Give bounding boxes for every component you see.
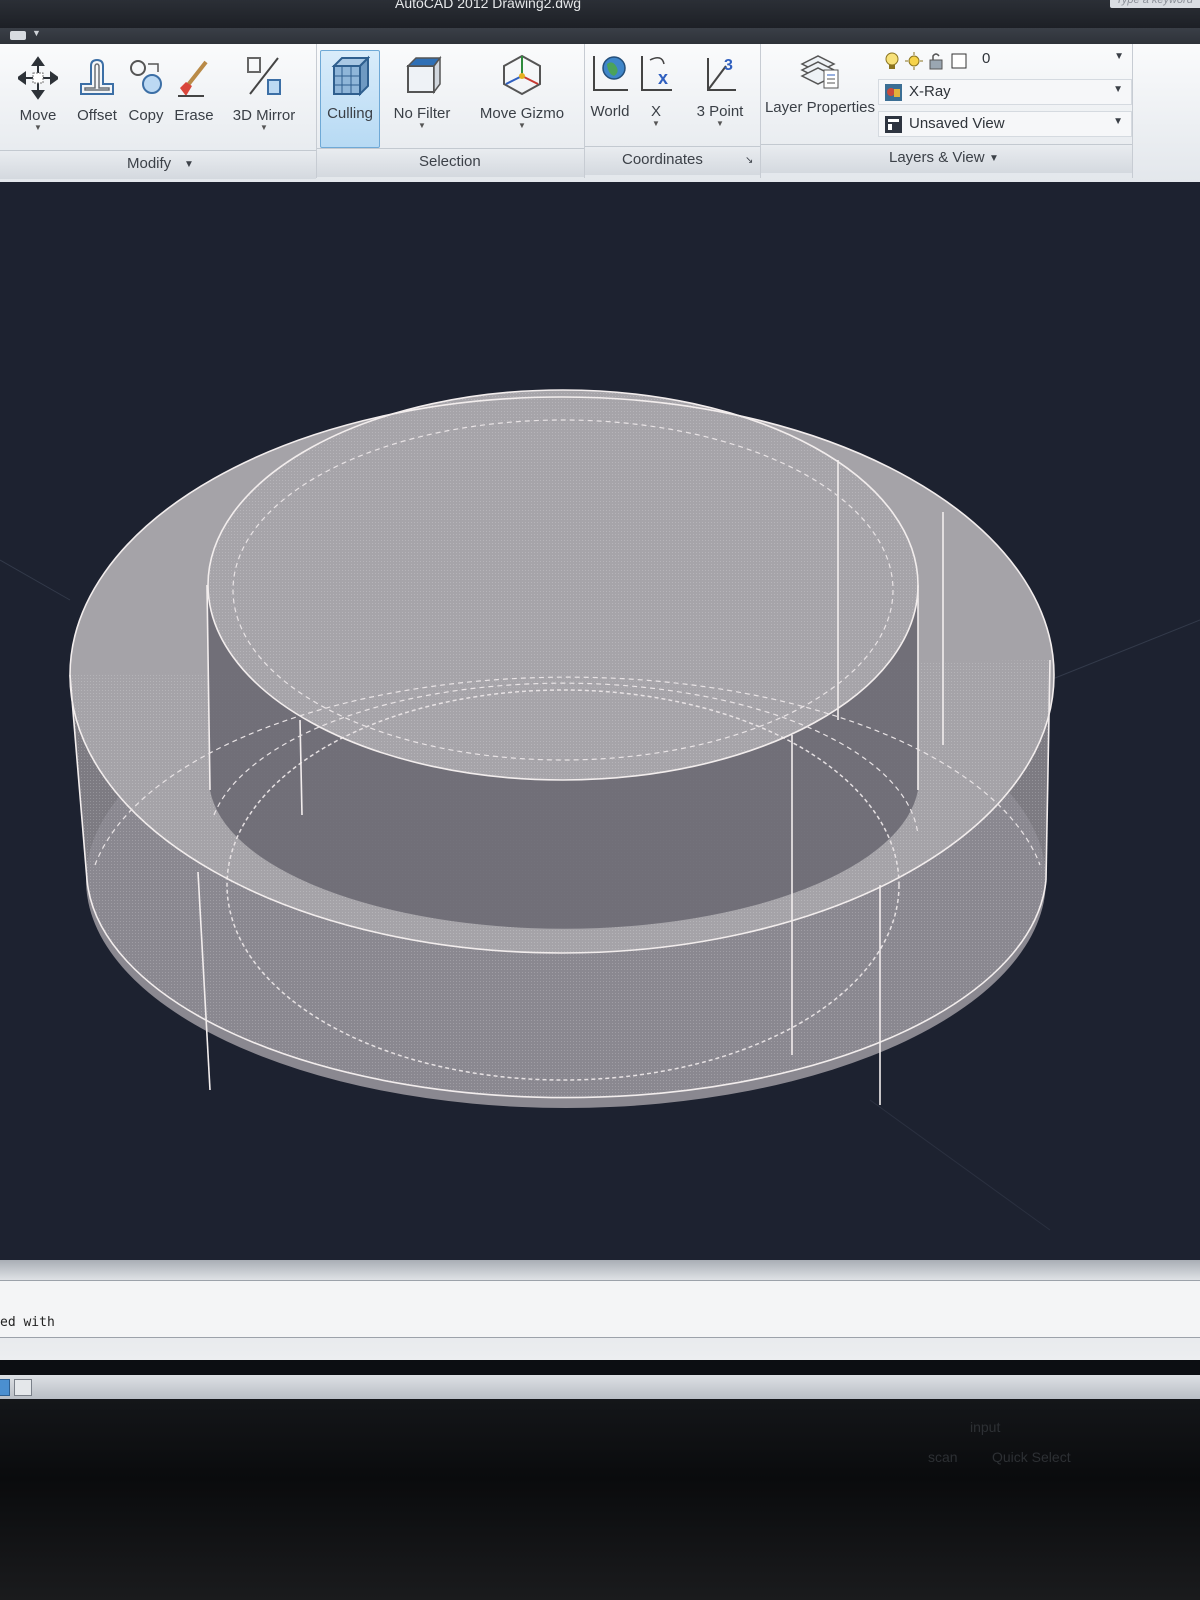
title-bar: AutoCAD 2012 Drawing2.dwg Type a keyword	[0, 0, 1200, 28]
3-point-label: 3 Point	[696, 103, 744, 120]
layer-stack-icon	[800, 55, 839, 89]
xray-cylinder-model[interactable]	[0, 182, 1200, 1260]
status-bar	[0, 1375, 1200, 1399]
panel-divider	[1132, 44, 1133, 178]
xray-style-icon	[885, 84, 902, 101]
move-label: Move	[19, 107, 57, 124]
copy-button[interactable]: Copy	[122, 56, 170, 124]
chevron-down-icon: ▼	[418, 121, 426, 130]
offset-button[interactable]: Offset	[73, 56, 121, 124]
visual-style-dropdown[interactable]: X-Ray ▼	[878, 79, 1132, 105]
chevron-down-icon: ▼	[1114, 51, 1124, 62]
chevron-down-icon: ▼	[652, 119, 660, 128]
window-title: AutoCAD 2012 Drawing2.dwg	[395, 0, 581, 11]
move-gizmo-button[interactable]: Move Gizmo ▼	[474, 52, 570, 130]
chevron-down-icon: ▼	[1113, 116, 1123, 127]
model-toggle-button[interactable]	[0, 1379, 10, 1396]
layer-properties-label: Layer Properties	[764, 99, 876, 116]
chevron-down-icon: ▼	[1113, 84, 1123, 95]
ucs-x-icon: x	[641, 56, 672, 91]
culling-button[interactable]: Culling	[320, 54, 380, 122]
command-history[interactable]: ed with	[0, 1280, 1200, 1338]
move-gizmo-label: Move Gizmo	[479, 105, 565, 122]
filter-cube-icon	[406, 55, 442, 95]
offset-icon	[80, 58, 114, 95]
3d-mirror-button[interactable]: 3D Mirror ▼	[228, 54, 300, 132]
workspace-icon	[10, 31, 26, 40]
layer-properties-button[interactable]: Layer Properties	[764, 48, 876, 116]
ghost-scan-text: scan	[928, 1449, 958, 1465]
modify-panel-bar[interactable]: Modify ▼	[0, 150, 316, 179]
chevron-down-icon: ▼	[989, 153, 999, 164]
x-label: X	[650, 103, 661, 120]
culling-label: Culling	[327, 105, 373, 122]
layers-view-panel-label: Layers & View	[889, 149, 985, 166]
erase-button[interactable]: Erase	[170, 56, 218, 124]
visual-style-value: X-Ray	[909, 83, 951, 100]
ucs-3point-icon: 3	[707, 57, 736, 91]
world-ucs-button[interactable]: World	[586, 52, 634, 120]
erase-label: Erase	[174, 107, 214, 124]
offset-label: Offset	[77, 107, 117, 124]
ribbon-tab-bar: ▼	[0, 28, 1200, 44]
layer-state-icons	[885, 52, 967, 70]
layout-icon[interactable]	[14, 1379, 32, 1396]
command-history-text: ed with	[0, 1315, 55, 1330]
3d-mirror-icon	[247, 57, 281, 95]
chevron-down-icon: ▼	[184, 159, 194, 170]
x-rotate-ucs-button[interactable]: x X ▼	[636, 52, 676, 128]
ghost-input-text: input	[970, 1419, 1001, 1435]
copy-label: Copy	[128, 107, 164, 124]
chevron-down-icon: ▼	[32, 28, 41, 38]
svg-text:3: 3	[724, 57, 733, 74]
coordinates-panel-label: Coordinates	[622, 151, 703, 168]
culling-cube-icon	[331, 55, 371, 97]
named-view-dropdown[interactable]: Unsaved View ▼	[878, 111, 1132, 137]
no-filter-label: No Filter	[393, 105, 451, 122]
dialog-launcher-icon[interactable]: ↘	[745, 155, 753, 166]
drawing-viewport[interactable]	[0, 182, 1200, 1260]
current-layer-name: 0	[982, 50, 991, 67]
selection-panel-label: Selection	[419, 153, 481, 170]
named-view-value: Unsaved View	[909, 115, 1005, 132]
move-button[interactable]: Move ▼	[14, 56, 62, 132]
coordinates-panel-bar: Coordinates ↘	[585, 146, 760, 175]
svg-text:x: x	[658, 68, 668, 88]
chevron-down-icon: ▼	[716, 119, 724, 128]
layers-view-panel-bar[interactable]: Layers & View ▼	[761, 144, 1132, 173]
copy-circles-icon	[130, 60, 162, 94]
chevron-down-icon: ▼	[518, 121, 526, 130]
move-arrows-icon	[16, 56, 60, 100]
monitor-bezel: input scan Quick Select	[0, 1399, 1200, 1600]
3d-mirror-label: 3D Mirror	[232, 107, 296, 124]
world-label: World	[590, 103, 630, 120]
modify-panel-label: Modify	[127, 155, 172, 172]
ghost-quick-select-text: Quick Select	[992, 1449, 1071, 1465]
world-globe-icon	[593, 56, 628, 91]
selection-panel-bar: Selection	[317, 148, 584, 177]
gizmo-icon	[503, 54, 541, 96]
chevron-down-icon: ▼	[34, 123, 42, 132]
named-view-icon	[885, 116, 902, 133]
3-point-ucs-button[interactable]: 3 3 Point ▼	[690, 52, 750, 128]
eraser-icon	[178, 60, 208, 97]
workspace-menu-button[interactable]: ▼	[10, 28, 44, 41]
layer-dropdown[interactable]: 0 ▼	[878, 47, 1132, 73]
no-filter-button[interactable]: No Filter ▼	[388, 54, 456, 130]
chevron-down-icon: ▼	[260, 123, 268, 132]
search-box[interactable]: Type a keyword	[1110, 0, 1200, 8]
